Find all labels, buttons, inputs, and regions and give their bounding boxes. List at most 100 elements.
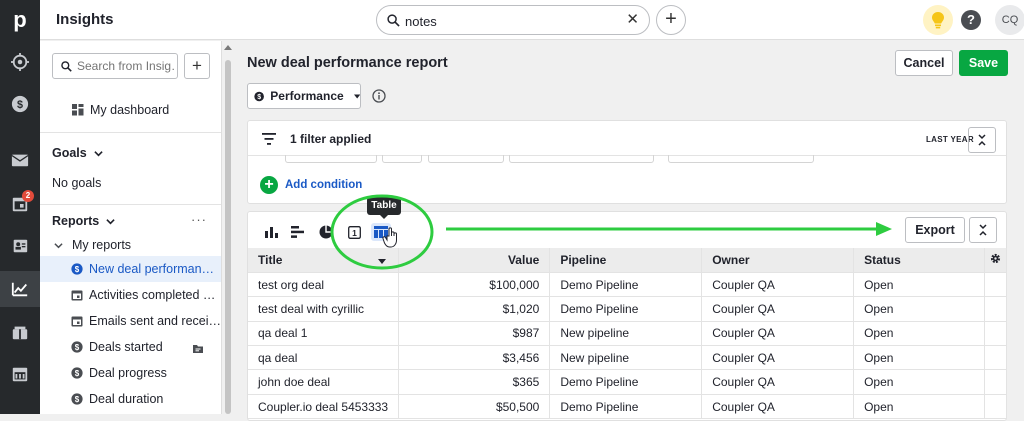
table-settings-button[interactable] [984,248,1008,273]
table-row[interactable]: qa deal 1 $987 New pipeline Coupler QA Open [248,321,1008,347]
products-icon[interactable] [0,314,40,350]
dollar-icon: $ [71,341,83,353]
table-row[interactable]: Coupler.io deal 5453333 $50,500 Demo Pipel… [248,394,1008,420]
svg-text:$: $ [17,99,23,111]
scrollbar-thumb[interactable] [225,60,231,414]
svg-text:1: 1 [352,227,357,237]
report-type-select[interactable]: $ Performance [247,83,361,109]
pie-chart-icon[interactable] [316,223,336,241]
more-options-icon[interactable]: ··· [191,212,207,227]
contacts-icon[interactable] [0,228,40,264]
table-row[interactable]: john doe deal $365 Demo Pipeline Coupler QA… [248,369,1008,395]
cancel-button[interactable]: Cancel [895,50,953,76]
table-cell: Coupler QA [701,296,855,322]
save-button[interactable]: Save [959,50,1008,76]
sidebar-report-item[interactable]: $ Deal progress [40,360,221,386]
pipedrive-logo[interactable]: p [8,8,32,32]
store-icon[interactable] [0,356,40,392]
column-header-pipeline[interactable]: Pipeline [549,248,703,273]
sidebar-report-item[interactable]: Emails sent and recei… [40,308,221,334]
table-cell[interactable]: test deal with cyrillic [248,296,400,322]
sidebar-item-label: Deal progress [89,366,167,380]
search-input[interactable] [405,11,615,31]
my-reports-folder[interactable]: My reports [40,232,221,258]
table-cell: Coupler QA [701,394,855,420]
sidebar-search[interactable] [52,53,178,79]
svg-text:$: $ [75,343,80,352]
export-button[interactable]: Export [905,217,965,243]
filter-field[interactable] [668,155,814,163]
table-row[interactable]: qa deal $3,456 New pipeline Coupler QA Open [248,345,1008,371]
column-title-label: Title [258,252,283,267]
svg-text:$: $ [75,395,80,404]
table-cell: $987 [398,321,551,347]
svg-text:$: $ [257,94,261,101]
table-cell[interactable]: qa deal [248,345,400,371]
column-header-owner[interactable]: Owner [701,248,855,273]
folder-icon[interactable] [193,342,203,353]
clear-search-icon[interactable]: ✕ [626,12,639,28]
global-search[interactable]: ✕ [376,5,650,35]
help-icon[interactable]: ? [961,10,981,30]
reports-heading[interactable]: Reports [52,214,115,228]
column-chart-icon[interactable] [262,223,282,241]
sidebar-item-label: My dashboard [90,103,170,117]
collapse-icon [979,224,987,236]
filter-icon[interactable] [262,133,276,145]
table-cell: Open [853,321,985,347]
insights-sidebar: + My dashboard Goals No goals Reports ··… [40,41,222,414]
page-title: Insights [56,11,114,28]
table-cell[interactable]: qa deal 1 [248,321,400,347]
dollar-icon[interactable]: $ [0,86,40,122]
insights-chart-icon[interactable] [0,271,40,307]
collapse-results-button[interactable] [969,217,997,243]
filter-field[interactable] [382,155,422,163]
dollar-icon: $ [254,91,264,101]
filter-summary[interactable]: 1 filter applied [290,132,371,146]
table-cell: $3,456 [398,345,551,371]
search-icon [61,61,72,72]
period-label: LAST YEAR [926,135,974,144]
sidebar-search-input[interactable] [77,58,175,74]
bar-chart-icon[interactable] [288,223,308,241]
report-title: New deal performance report [247,55,448,71]
collapse-filters-button[interactable] [968,127,996,153]
scroll-up-icon[interactable] [224,44,232,50]
table-row[interactable]: test org deal $100,000 Demo Pipeline Couple… [248,272,1008,298]
calendar-icon[interactable]: 2 [0,186,40,222]
filter-panel: 1 filter applied LAST YEAR + Add conditi… [247,120,1007,204]
table-cell[interactable]: test org deal [248,272,400,298]
filter-field[interactable] [285,155,377,163]
table-cell[interactable]: Coupler.io deal 5453333 [248,394,400,420]
sidebar-report-item[interactable]: $ Deals started [40,334,221,360]
info-icon[interactable] [372,89,386,103]
sidebar-report-item[interactable]: $ New deal performan… [40,256,221,282]
top-bar: Insights ✕ + ? CQ [40,0,1024,40]
goals-heading[interactable]: Goals [52,146,103,160]
table-row[interactable]: test deal with cyrillic $1,020 Demo Pipeli… [248,296,1008,322]
table-cell: New pipeline [549,321,703,347]
report-type-label: Performance [270,89,344,103]
filter-field[interactable] [428,155,504,163]
table-cell: New pipeline [549,345,703,371]
add-report-button[interactable]: + [184,53,210,79]
lightbulb-icon[interactable] [923,5,953,35]
sidebar-item-my-dashboard[interactable]: My dashboard [40,97,221,123]
tooltip: Table [367,197,401,215]
avatar[interactable]: CQ [995,5,1024,35]
mail-icon[interactable] [0,142,40,178]
add-condition-button[interactable]: + Add condition [260,176,362,194]
sidebar-report-item[interactable]: Activities completed … [40,282,221,308]
table-view-icon[interactable] [371,223,391,241]
sort-down-icon[interactable] [378,259,387,264]
sidebar-report-item[interactable]: $ Deal duration [40,386,221,412]
column-header-status[interactable]: Status [853,248,985,273]
table-cell[interactable]: john doe deal [248,369,400,395]
column-header-value[interactable]: Value [398,248,551,273]
filter-field[interactable] [509,155,654,163]
scorecard-icon[interactable]: 1 [344,223,364,241]
no-goals-text: No goals [40,170,221,196]
target-icon[interactable] [0,44,40,80]
column-header-title[interactable]: Title [248,248,400,273]
quick-add-button[interactable]: + [656,5,686,35]
